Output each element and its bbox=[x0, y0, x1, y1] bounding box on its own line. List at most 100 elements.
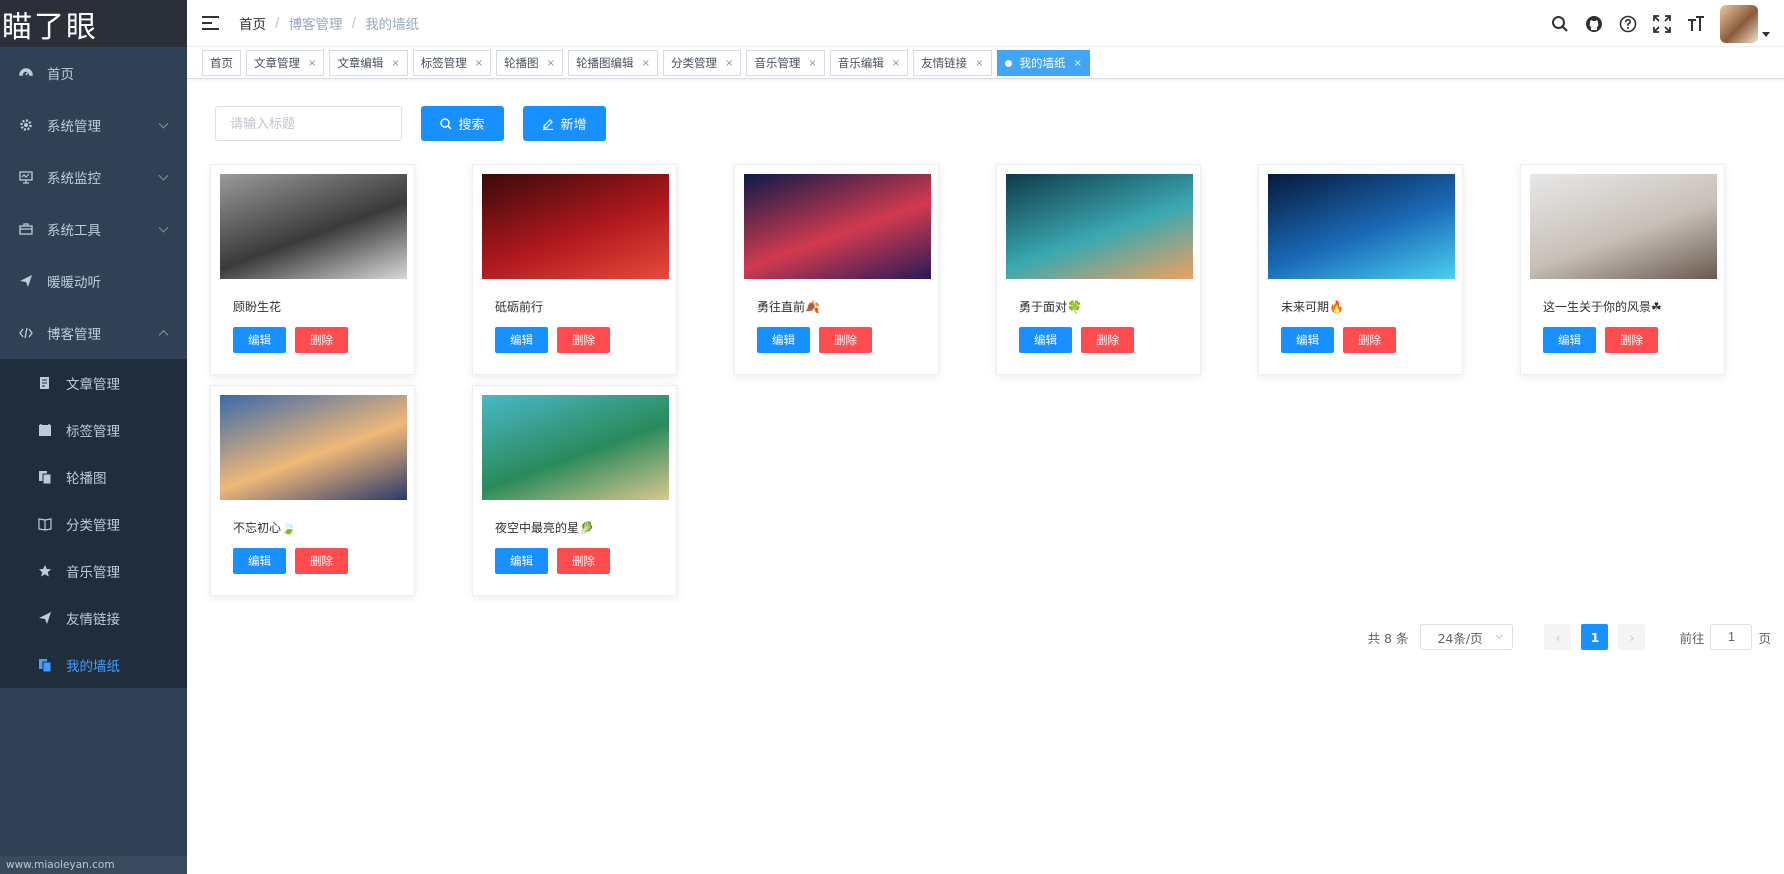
page-size-select[interactable]: 24条/页 bbox=[1420, 624, 1514, 650]
close-icon[interactable]: × bbox=[391, 58, 399, 69]
tab-music-edit[interactable]: 音乐编辑 × bbox=[829, 50, 909, 76]
sidebar-item-categories[interactable]: 分类管理 bbox=[0, 500, 187, 547]
wallpaper-card: 这一生关于你的风景☘ 编辑 删除 bbox=[1520, 164, 1725, 375]
close-icon[interactable]: × bbox=[975, 58, 983, 69]
tab-tags[interactable]: 标签管理 × bbox=[412, 50, 492, 76]
page-number-current[interactable]: 1 bbox=[1581, 624, 1609, 650]
close-icon[interactable]: × bbox=[1074, 58, 1082, 69]
edit-button[interactable]: 编辑 bbox=[1019, 327, 1072, 353]
tag-icon bbox=[38, 423, 52, 437]
edit-button[interactable]: 编辑 bbox=[233, 548, 286, 574]
sidebar-item-blog[interactable]: 博客管理 bbox=[0, 307, 187, 359]
caret-down-icon[interactable] bbox=[1762, 32, 1770, 37]
tab-friend-links[interactable]: 友情链接 × bbox=[913, 50, 992, 76]
close-icon[interactable]: × bbox=[808, 58, 816, 69]
tab-categories[interactable]: 分类管理 × bbox=[662, 50, 742, 76]
wallpaper-image[interactable] bbox=[220, 395, 407, 500]
sidebar-item-tools[interactable]: 系统工具 bbox=[0, 203, 187, 255]
wallpaper-image[interactable] bbox=[482, 174, 669, 279]
sidebar-item-home[interactable]: 首页 bbox=[0, 47, 187, 99]
tab-carousel[interactable]: 轮播图 × bbox=[496, 50, 564, 76]
pagination: 共 8 条 24条/页 ‹ 1 › 前往 页 bbox=[1368, 624, 1771, 650]
tab-label: 标签管理 bbox=[420, 56, 467, 70]
search-icon[interactable] bbox=[1550, 14, 1570, 34]
tab-carousel-edit[interactable]: 轮播图编辑 × bbox=[568, 50, 658, 76]
wallpaper-image[interactable] bbox=[220, 174, 407, 279]
sidebar-item-music-manage[interactable]: 音乐管理 bbox=[0, 547, 187, 594]
toolbox-icon bbox=[19, 222, 33, 236]
wallpaper-card: 砥砺前行 编辑 删除 bbox=[472, 164, 677, 375]
edit-button[interactable]: 编辑 bbox=[233, 327, 286, 353]
edit-button[interactable]: 编辑 bbox=[757, 327, 810, 353]
edit-button[interactable]: 编辑 bbox=[495, 327, 548, 353]
delete-button[interactable]: 删除 bbox=[557, 327, 610, 353]
delete-button[interactable]: 删除 bbox=[295, 548, 348, 574]
tab-articles[interactable]: 文章管理 × bbox=[246, 50, 325, 76]
wallpaper-title: 夜空中最亮的星🥬 bbox=[495, 521, 594, 535]
close-icon[interactable]: × bbox=[547, 58, 555, 69]
sidebar-item-system[interactable]: 系统管理 bbox=[0, 99, 187, 151]
avatar[interactable] bbox=[1720, 4, 1758, 43]
help-icon[interactable] bbox=[1618, 14, 1638, 34]
close-icon[interactable]: × bbox=[892, 58, 900, 69]
delete-button[interactable]: 删除 bbox=[1081, 327, 1134, 353]
tab-music[interactable]: 音乐管理 × bbox=[746, 50, 825, 76]
next-page-button[interactable]: › bbox=[1618, 624, 1646, 650]
app-main: 搜索 新增 顾盼生花编辑删除砥砺前行编辑删除勇往直前🍂编辑删除勇于面对🍀编辑删除… bbox=[187, 80, 1784, 874]
goto-page-input[interactable] bbox=[1710, 624, 1753, 650]
wallpaper-image[interactable] bbox=[1530, 174, 1717, 279]
fullscreen-icon[interactable] bbox=[1652, 14, 1672, 34]
delete-button[interactable]: 删除 bbox=[1605, 327, 1658, 353]
hamburger-icon[interactable] bbox=[202, 16, 219, 30]
sidebar-item-monitor[interactable]: 系统监控 bbox=[0, 151, 187, 203]
add-button[interactable]: 新增 bbox=[523, 106, 606, 141]
active-dot bbox=[1004, 59, 1012, 67]
breadcrumb-home[interactable]: 首页 bbox=[239, 13, 266, 33]
sidebar-item-carousel[interactable]: 轮播图 bbox=[0, 453, 187, 500]
wallpaper-image[interactable] bbox=[1268, 174, 1455, 279]
github-icon[interactable] bbox=[1584, 14, 1604, 34]
edit-icon bbox=[543, 118, 554, 130]
tab-article-edit[interactable]: 文章编辑 × bbox=[329, 50, 408, 76]
tab-wallpapers[interactable]: 我的墙纸 × bbox=[996, 50, 1090, 76]
sidebar-item-wallpapers[interactable]: 我的墙纸 bbox=[0, 641, 187, 688]
copy-icon bbox=[38, 658, 52, 672]
search-input[interactable] bbox=[215, 106, 402, 141]
close-icon[interactable]: × bbox=[642, 58, 650, 69]
send-icon bbox=[19, 274, 33, 288]
wallpaper-image[interactable] bbox=[482, 395, 669, 500]
close-icon[interactable]: × bbox=[308, 58, 316, 69]
sidebar-item-articles[interactable]: 文章管理 bbox=[0, 359, 187, 406]
edit-button[interactable]: 编辑 bbox=[1281, 327, 1334, 353]
edit-button[interactable]: 编辑 bbox=[1543, 327, 1596, 353]
site-watermark: www.miaoleyan.com bbox=[0, 856, 187, 874]
wallpaper-title: 勇于面对🍀 bbox=[1019, 300, 1082, 314]
monitor-icon bbox=[19, 170, 33, 184]
sidebar-item-friend-links[interactable]: 友情链接 bbox=[0, 594, 187, 641]
sidebar: 瞄了眼 首页 系统管理 系统监控 系统工具 暖暖动听 博客管理 文章管理 标签管… bbox=[0, 0, 187, 874]
sidebar-item-label: 我的墙纸 bbox=[66, 658, 120, 675]
wallpaper-title: 勇往直前🍂 bbox=[757, 300, 820, 314]
delete-button[interactable]: 删除 bbox=[295, 327, 348, 353]
wallpaper-image[interactable] bbox=[1006, 174, 1193, 279]
prev-page-button[interactable]: ‹ bbox=[1544, 624, 1572, 650]
code-icon bbox=[19, 326, 33, 340]
sidebar-item-tags[interactable]: 标签管理 bbox=[0, 406, 187, 453]
chevron-down-icon bbox=[158, 118, 169, 129]
sidebar-item-music[interactable]: 暖暖动听 bbox=[0, 255, 187, 307]
wallpaper-image[interactable] bbox=[744, 174, 931, 279]
edit-button[interactable]: 编辑 bbox=[495, 548, 548, 574]
font-size-icon[interactable] bbox=[1686, 14, 1706, 34]
close-icon[interactable]: × bbox=[725, 58, 733, 69]
logo[interactable]: 瞄了眼 bbox=[0, 0, 187, 47]
search-button[interactable]: 搜索 bbox=[421, 106, 504, 141]
sidebar-item-label: 系统监控 bbox=[47, 171, 101, 187]
delete-button[interactable]: 删除 bbox=[557, 548, 610, 574]
delete-button[interactable]: 删除 bbox=[819, 327, 872, 353]
close-icon[interactable]: × bbox=[475, 58, 483, 69]
chevron-down-icon bbox=[158, 170, 169, 181]
delete-button[interactable]: 删除 bbox=[1343, 327, 1396, 353]
chevron-down-icon bbox=[1496, 631, 1504, 640]
tab-home[interactable]: 首页 bbox=[202, 50, 241, 76]
wallpaper-card: 未来可期🔥 编辑 删除 bbox=[1258, 164, 1463, 375]
